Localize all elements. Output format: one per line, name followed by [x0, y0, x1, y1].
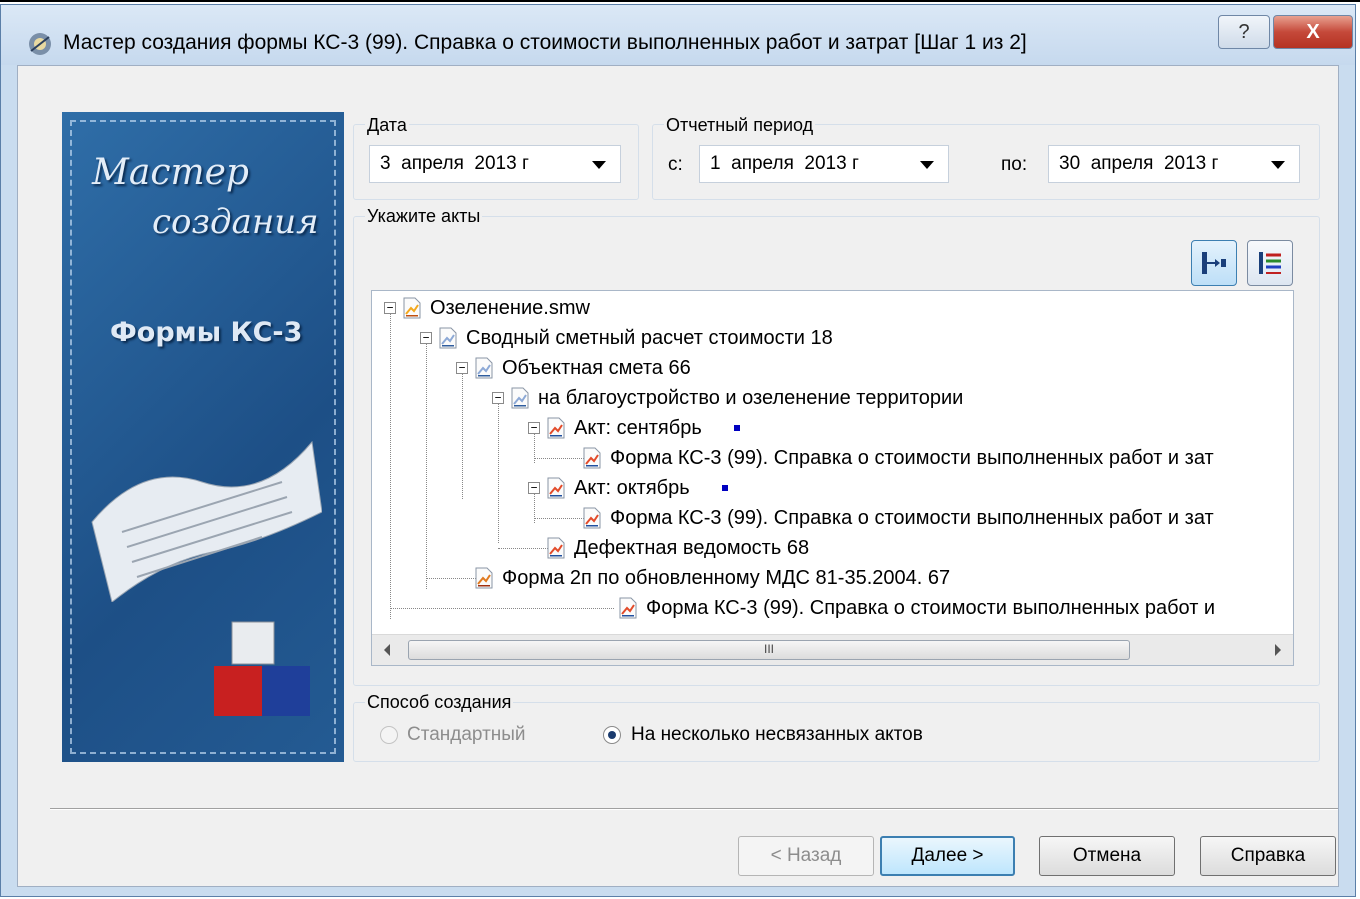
wizard-window: Мастер создания формы КС-3 (99). Справка…: [0, 4, 1356, 897]
tree-node-label: Форма КС-3 (99). Справка о стоимости вып…: [610, 446, 1214, 469]
banner-title-line1: Мастер: [92, 152, 249, 193]
act-doc-icon: [547, 417, 565, 439]
scroll-right-arrow-icon[interactable]: [1275, 644, 1281, 656]
selection-marker-icon: [721, 485, 728, 491]
acts-tree[interactable]: − Озеленение.smw − Сводный сметный расчет с…: [371, 290, 1294, 666]
date-combobox[interactable]: 3 апреля 2013 г: [369, 145, 621, 183]
banner-subtitle: Формы КС-3: [110, 317, 303, 348]
radio-standard-label: Стандартный: [407, 724, 526, 745]
tree-node-label: Объектная смета 66: [502, 356, 691, 379]
wizard-client-area: Мастер создания Формы КС-3 Дата 3 апреля…: [17, 65, 1339, 887]
form-doc-icon: [583, 507, 601, 529]
horizontal-scrollbar[interactable]: III: [372, 634, 1293, 665]
footer-separator: [50, 808, 1338, 810]
tree-node[interactable]: − Озеленение.smw: [384, 293, 590, 323]
list-tree-button[interactable]: [1247, 240, 1293, 286]
estimate-doc-icon: [511, 387, 529, 409]
date-value: 3 апреля 2013 г: [380, 153, 529, 174]
selection-marker-icon: [733, 425, 740, 431]
close-button[interactable]: X: [1273, 15, 1353, 49]
tree-node[interactable]: Форма 2п по обновленному МДС 81-35.2004.…: [474, 563, 950, 593]
list-tree-icon: [1259, 252, 1281, 274]
tree-node[interactable]: − Акт: октябрь: [528, 473, 728, 503]
tree-node-label: Акт: сентябрь: [574, 416, 702, 439]
period-group-label: Отчетный период: [664, 115, 816, 136]
tree-node[interactable]: − Акт: сентябрь: [528, 413, 740, 443]
estimate-doc-icon: [475, 357, 493, 379]
expand-tree-icon: [1202, 252, 1226, 274]
act-doc-icon: [547, 477, 565, 499]
tree-node-label: Форма КС-3 (99). Справка о стоимости вып…: [646, 596, 1216, 619]
form-doc-icon: [583, 447, 601, 469]
tree-node[interactable]: Форма КС-3 (99). Справка о стоимости вып…: [618, 593, 1215, 623]
cancel-button[interactable]: Отмена: [1039, 836, 1175, 876]
chevron-down-icon[interactable]: [1271, 161, 1285, 169]
project-file-icon: [403, 297, 421, 319]
help-button[interactable]: Справка: [1200, 836, 1336, 876]
collapse-toggle-icon[interactable]: −: [384, 302, 396, 314]
period-to-label: по:: [1001, 154, 1028, 175]
scroll-left-arrow-icon[interactable]: [384, 644, 390, 656]
tree-node[interactable]: − на благоустройство и озеленение террито…: [492, 383, 963, 413]
tree-node-label: на благоустройство и озеленение территор…: [538, 386, 964, 409]
acts-group-label: Укажите акты: [365, 206, 483, 227]
collapse-toggle-icon[interactable]: −: [492, 392, 504, 404]
date-group-label: Дата: [365, 115, 409, 136]
back-button[interactable]: < Назад: [738, 836, 874, 876]
title-bar[interactable]: Мастер создания формы КС-3 (99). Справка…: [1, 5, 1355, 65]
act-doc-icon: [547, 537, 565, 559]
collapse-toggle-icon[interactable]: −: [528, 422, 540, 434]
tree-node-label: Сводный сметный расчет стоимости 18: [466, 326, 833, 349]
collapse-toggle-icon[interactable]: −: [528, 482, 540, 494]
tree-node[interactable]: − Объектная смета 66: [456, 353, 691, 383]
tree-node-label: Озеленение.smw: [430, 296, 590, 319]
wizard-banner-image: Мастер создания Формы КС-3: [62, 112, 344, 762]
period-from-value: 1 апреля 2013 г: [710, 153, 859, 174]
form2p-doc-icon: [475, 567, 493, 589]
tree-node-label: Форма КС-3 (99). Справка о стоимости вып…: [610, 506, 1214, 529]
tree-node-label: Форма 2п по обновленному МДС 81-35.2004.…: [502, 566, 951, 589]
blocks-illustration: [214, 621, 310, 716]
wizard-app-icon: [29, 33, 51, 55]
method-group-label: Способ создания: [365, 692, 514, 713]
tree-node[interactable]: − Сводный сметный расчет стоимости 18: [420, 323, 833, 353]
chevron-down-icon[interactable]: [592, 161, 606, 169]
document-illustration: [91, 440, 322, 602]
collapse-toggle-icon[interactable]: −: [420, 332, 432, 344]
top-border-line: [0, 0, 1360, 2]
period-from-label: с:: [668, 154, 683, 175]
radio-standard[interactable]: [380, 726, 398, 744]
scroll-thumb[interactable]: III: [408, 640, 1130, 660]
tree-node-label: Акт: октябрь: [574, 476, 690, 499]
tree-node[interactable]: Дефектная ведомость 68: [546, 533, 809, 563]
tree-node[interactable]: Форма КС-3 (99). Справка о стоимости вып…: [582, 443, 1214, 473]
collapse-toggle-icon[interactable]: −: [456, 362, 468, 374]
period-to-value: 30 апреля 2013 г: [1059, 153, 1219, 174]
chevron-down-icon[interactable]: [920, 161, 934, 169]
next-button[interactable]: Далее >: [880, 836, 1015, 876]
estimate-doc-icon: [439, 327, 457, 349]
period-to-combobox[interactable]: 30 апреля 2013 г: [1048, 145, 1300, 183]
help-title-button[interactable]: ?: [1218, 15, 1270, 49]
period-from-combobox[interactable]: 1 апреля 2013 г: [699, 145, 949, 183]
banner-title-line2: создания: [152, 202, 319, 242]
expand-tree-button[interactable]: [1191, 240, 1237, 286]
tree-node[interactable]: Форма КС-3 (99). Справка о стоимости вып…: [582, 503, 1214, 533]
tree-node-label: Дефектная ведомость 68: [574, 536, 810, 559]
form-doc-icon: [619, 597, 637, 619]
window-title: Мастер создания формы КС-3 (99). Справка…: [63, 31, 1027, 54]
radio-multiple-acts[interactable]: [603, 726, 621, 744]
radio-multiple-acts-label: На несколько несвязанных актов: [631, 724, 923, 745]
